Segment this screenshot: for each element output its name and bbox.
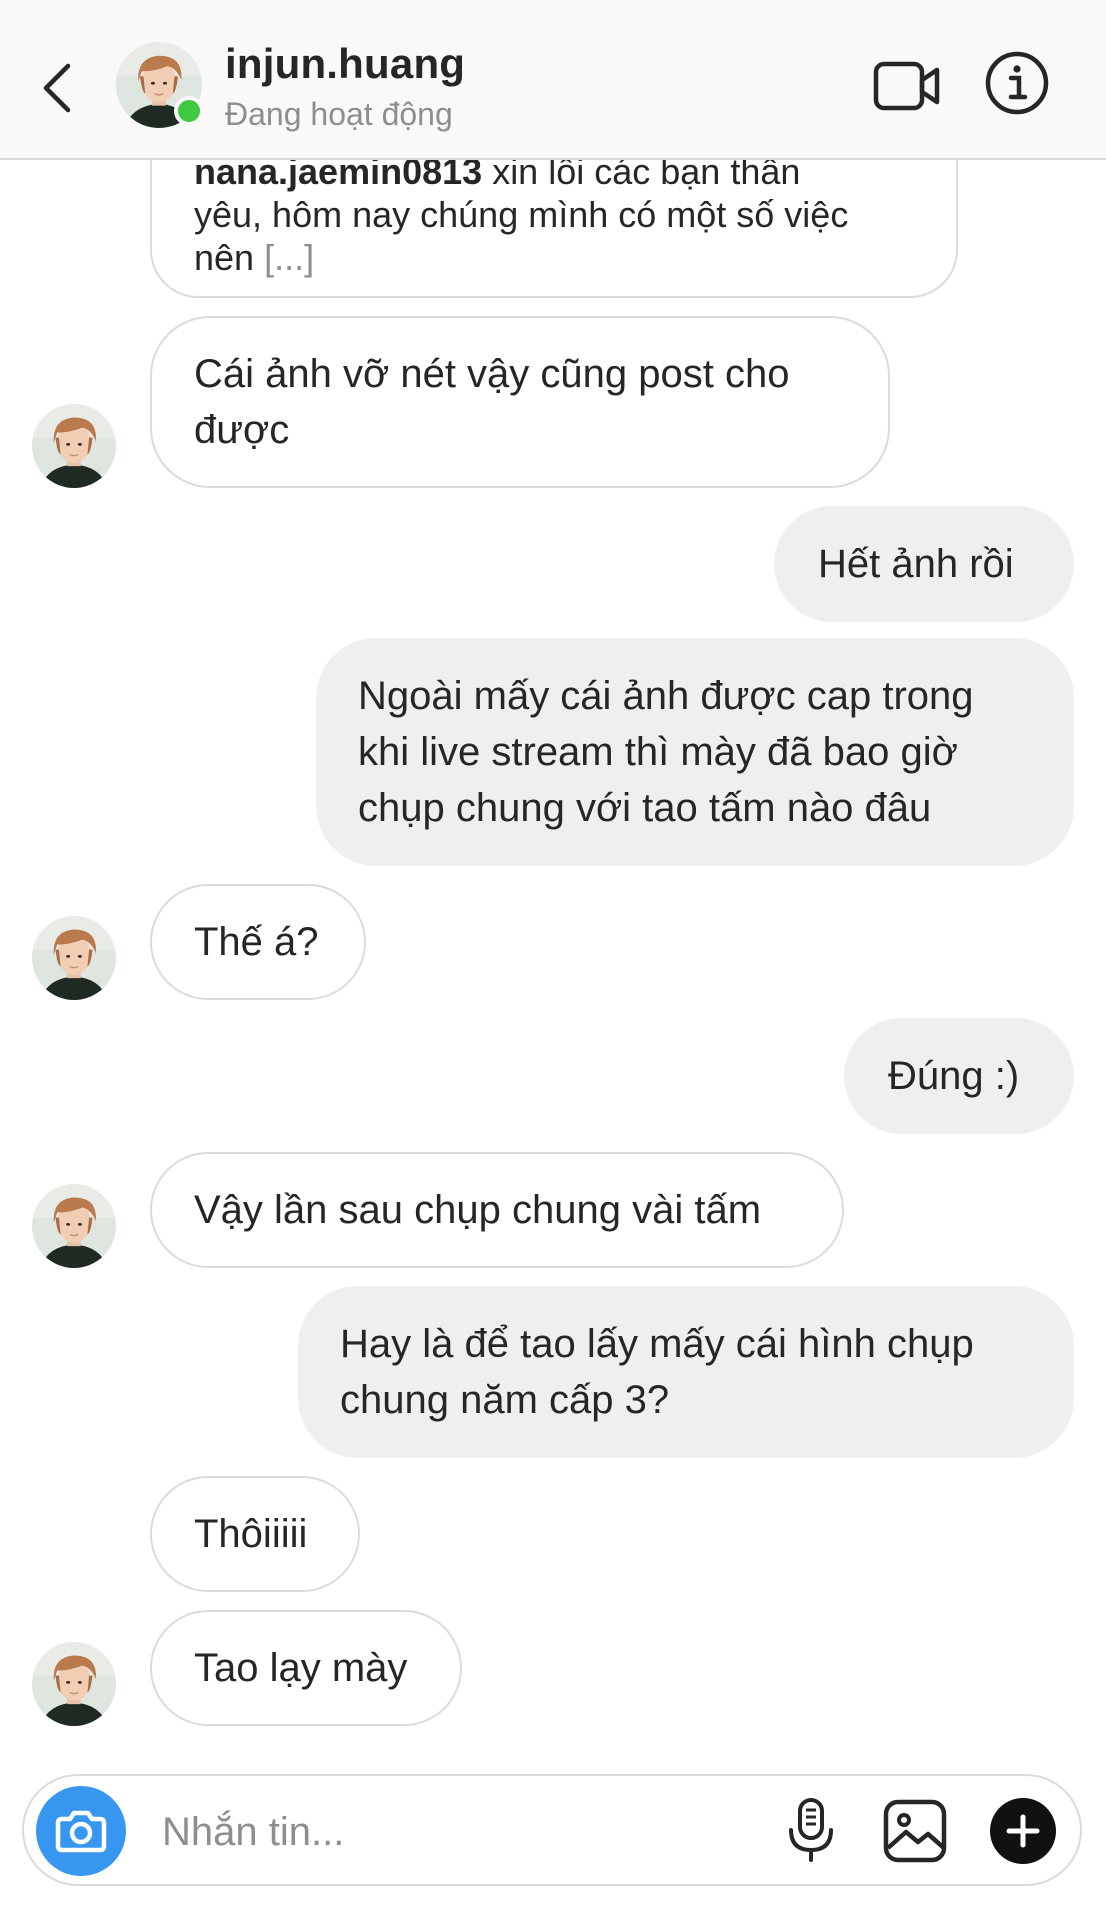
message-text: được bbox=[194, 408, 290, 452]
camera-icon bbox=[55, 1810, 107, 1853]
profile-photo bbox=[32, 1642, 116, 1726]
info-icon bbox=[985, 51, 1049, 115]
message-bubble-incoming[interactable]: Thế á? bbox=[150, 884, 366, 1000]
message-bubble-outgoing[interactable]: Hay là để tao lấy mấy cái hình chụp chun… bbox=[298, 1286, 1074, 1458]
message-bubble-outgoing[interactable]: Ngoài mấy cái ảnh được cap trong khi liv… bbox=[316, 638, 1074, 866]
message-text: chung năm cấp 3? bbox=[340, 1378, 670, 1422]
message-bubble-incoming[interactable]: Vậy lần sau chụp chung vài tấm bbox=[150, 1152, 844, 1268]
profile-photo bbox=[32, 404, 116, 488]
message-text: chụp chung với tao tấm nào đâu bbox=[358, 786, 932, 830]
sender-avatar[interactable] bbox=[32, 916, 116, 1000]
chat-username[interactable]: injun.huang bbox=[225, 40, 465, 88]
sender-avatar[interactable] bbox=[32, 1184, 116, 1268]
sender-avatar[interactable] bbox=[32, 1642, 116, 1726]
header-avatar[interactable] bbox=[116, 42, 204, 128]
activity-status: Đang hoạt động bbox=[225, 96, 453, 132]
message-text: Hay là để tao lấy mấy cái hình chụp bbox=[340, 1322, 974, 1366]
online-indicator bbox=[174, 96, 204, 126]
message-text: Thôiiiii bbox=[194, 1512, 308, 1556]
message-text: Cái ảnh vỡ nét vậy cũng post cho bbox=[194, 352, 790, 396]
voice-message-button[interactable] bbox=[784, 1796, 838, 1864]
message-text: Đúng :) bbox=[888, 1054, 1020, 1098]
video-call-icon bbox=[873, 61, 940, 111]
gallery-button[interactable] bbox=[882, 1798, 948, 1864]
message-text: khi live stream thì mày đã bao giờ bbox=[358, 730, 958, 774]
camera-button[interactable] bbox=[36, 1786, 126, 1876]
message-text: Thế á? bbox=[194, 920, 319, 964]
message-text: Ngoài mấy cái ảnh được cap trong bbox=[358, 674, 974, 718]
message-bubble-incoming[interactable]: Tao lạy mày bbox=[150, 1610, 462, 1726]
profile-photo bbox=[32, 916, 116, 1000]
video-call-button[interactable] bbox=[873, 58, 941, 114]
shared-post-caption-line: yêu, hôm nay chúng mình có một số việc bbox=[194, 194, 849, 235]
sender-avatar[interactable] bbox=[32, 404, 116, 488]
message-bubble-outgoing[interactable]: Hết ảnh rồi bbox=[774, 506, 1074, 622]
more-options-button[interactable] bbox=[990, 1798, 1056, 1864]
message-text: Tao lạy mày bbox=[194, 1646, 408, 1690]
dm-thread-screen: injun.huang Đang hoạt động nana.jaemin08… bbox=[0, 0, 1106, 1920]
message-bubble-incoming[interactable]: Cái ảnh vỡ nét vậy cũng post cho được bbox=[150, 316, 890, 488]
message-text: Hết ảnh rồi bbox=[818, 542, 1014, 586]
message-composer bbox=[22, 1774, 1082, 1886]
message-bubble-incoming[interactable]: Thôiiiii bbox=[150, 1476, 360, 1592]
shared-post-caption-line: nên bbox=[194, 237, 255, 278]
back-button[interactable] bbox=[36, 56, 80, 116]
chevron-left-icon bbox=[43, 63, 71, 113]
gallery-icon bbox=[883, 1799, 947, 1863]
caption-ellipsis: [...] bbox=[264, 237, 315, 278]
chat-header: injun.huang Đang hoạt động bbox=[0, 0, 1106, 160]
message-input[interactable] bbox=[160, 1802, 644, 1862]
message-bubble-outgoing[interactable]: Đúng :) bbox=[844, 1018, 1074, 1134]
microphone-icon bbox=[789, 1798, 833, 1862]
plus-icon bbox=[1006, 1814, 1040, 1848]
profile-photo bbox=[32, 1184, 116, 1268]
message-text: Vậy lần sau chụp chung vài tấm bbox=[194, 1188, 762, 1232]
info-button[interactable] bbox=[984, 50, 1050, 116]
